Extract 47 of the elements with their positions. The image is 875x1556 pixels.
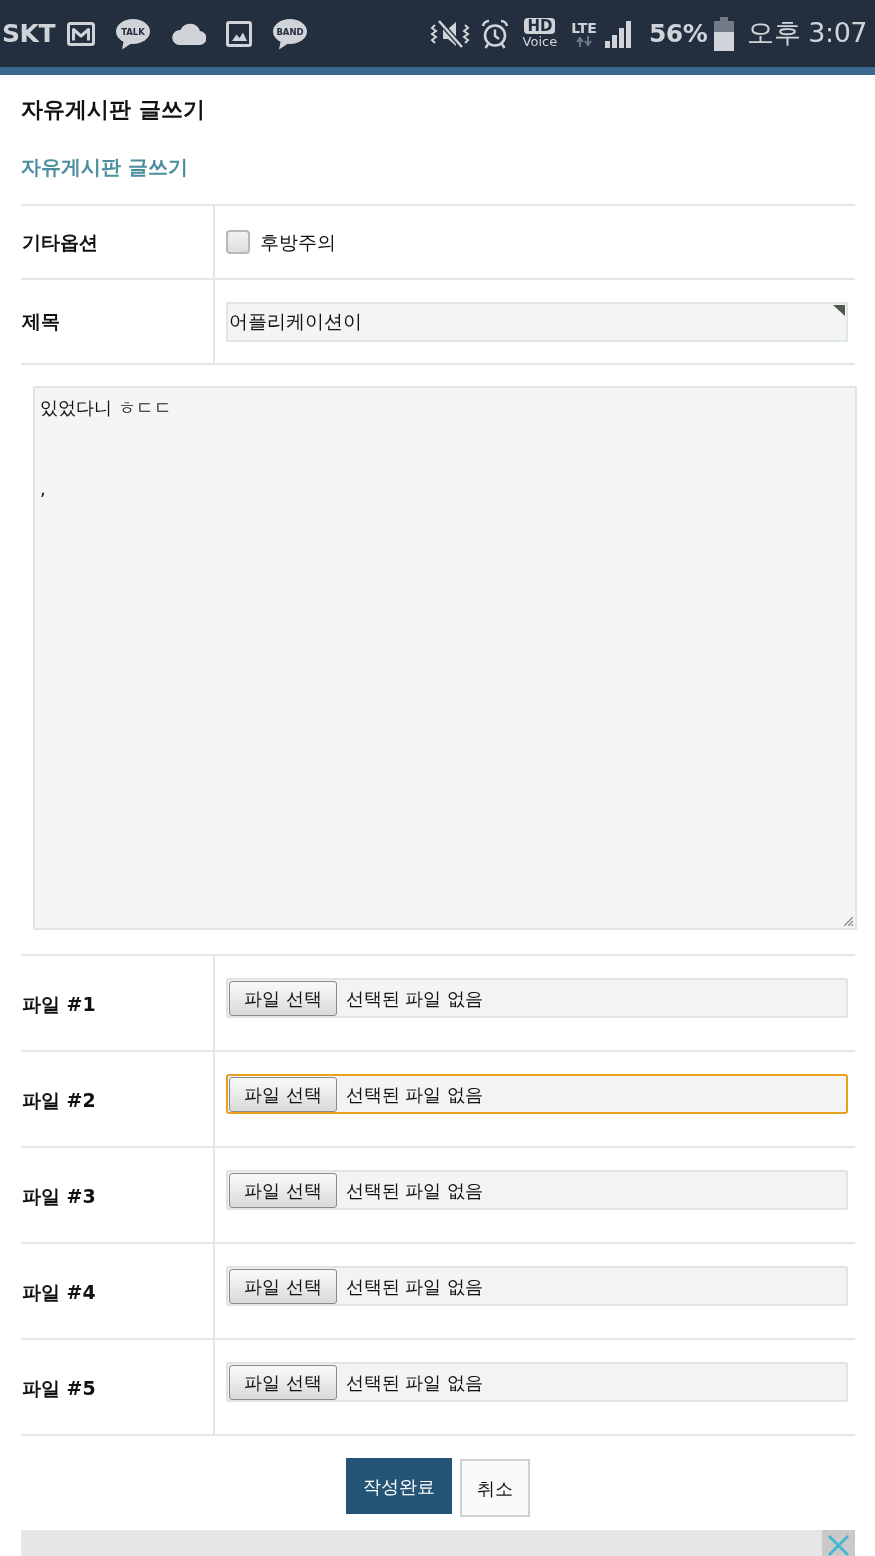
clock-time: 오후 3:07 <box>747 16 867 51</box>
file-status-text: 선택된 파일 없음 <box>345 1082 484 1107</box>
corner-triangle-icon <box>833 304 845 316</box>
file-status-text: 선택된 파일 없음 <box>345 1274 484 1299</box>
choose-file-button[interactable]: 파일 선택 <box>229 1364 337 1400</box>
file-input-field[interactable]: 파일 선택 선택된 파일 없음 <box>226 1074 848 1114</box>
choose-file-button[interactable]: 파일 선택 <box>229 1172 337 1208</box>
file-input-field[interactable]: 파일 선택 선택된 파일 없음 <box>226 1170 848 1210</box>
mute-vibrate-icon <box>428 18 471 49</box>
file-status-text: 선택된 파일 없음 <box>345 1178 484 1203</box>
file-status-text: 선택된 파일 없음 <box>345 1370 484 1395</box>
field-label: 파일 #3 <box>22 1183 96 1209</box>
cloud-icon <box>170 22 206 45</box>
cancel-button[interactable]: 취소 <box>460 1459 530 1517</box>
image-icon <box>225 20 252 47</box>
file-input-field[interactable]: 파일 선택 선택된 파일 없음 <box>226 1362 848 1402</box>
carrier-name: SKT <box>2 17 55 50</box>
title-input[interactable]: 어플리케이션이 <box>226 301 848 342</box>
file-status-text: 선택된 파일 없음 <box>345 986 484 1011</box>
field-label: 파일 #4 <box>22 1279 96 1305</box>
checkbox-label: 후방주의 <box>260 229 336 255</box>
choose-file-button[interactable]: 파일 선택 <box>229 1268 337 1304</box>
hd-label: HD <box>524 18 556 34</box>
file-input-field[interactable]: 파일 선택 선택된 파일 없음 <box>226 978 848 1018</box>
alarm-clock-icon <box>480 18 509 49</box>
voice-label: Voice <box>522 34 558 49</box>
checkbox[interactable] <box>226 230 250 254</box>
battery-icon <box>713 16 736 51</box>
field-label: 파일 #5 <box>22 1375 96 1401</box>
board-link[interactable]: 자유게시판 글쓰기 <box>21 153 188 181</box>
field-label: 파일 #1 <box>22 991 96 1017</box>
network-type: LTE <box>571 20 597 36</box>
file-input-field[interactable]: 파일 선택 선택된 파일 없음 <box>226 1266 848 1306</box>
resize-grip-icon[interactable] <box>844 917 853 926</box>
data-arrows-icon <box>576 35 593 47</box>
submit-button[interactable]: 작성완료 <box>346 1458 452 1514</box>
content-textarea[interactable]: 있었다니 ㅎㄷㄷ , <box>33 386 857 930</box>
battery-percent: 56% <box>648 17 708 50</box>
page-title: 자유게시판 글쓰기 <box>21 96 206 124</box>
signal-icon <box>604 19 633 48</box>
close-icon[interactable] <box>822 1530 855 1556</box>
mail-icon <box>66 21 95 46</box>
field-label: 기타옵션 <box>22 229 98 255</box>
field-label: 제목 <box>22 309 60 335</box>
field-label: 파일 #2 <box>22 1087 96 1113</box>
choose-file-button[interactable]: 파일 선택 <box>229 1076 337 1112</box>
choose-file-button[interactable]: 파일 선택 <box>229 980 337 1016</box>
